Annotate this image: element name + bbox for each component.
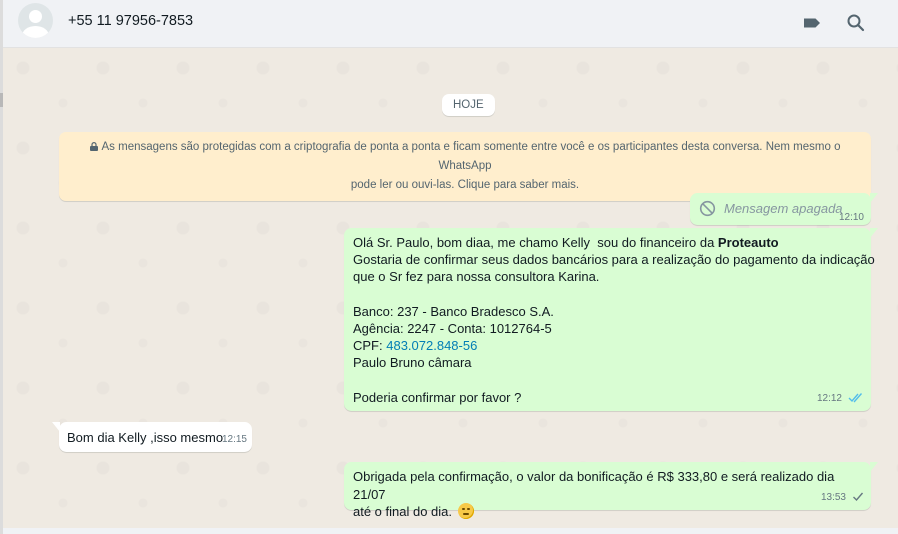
encryption-notice-line2: pode ler ou ouvi-las. Clique para saber … bbox=[350, 179, 580, 191]
encryption-notice-line1: As mensagens são protegidas com a cripto… bbox=[101, 141, 841, 172]
company-name-bold: Proteauto bbox=[717, 235, 779, 250]
message-line: Gostaria de confirmar seus dados bancári… bbox=[353, 252, 875, 268]
message-line: CPF: 483.072.848-56 bbox=[353, 337, 862, 354]
blank-line: ​ bbox=[353, 286, 862, 303]
cpf-label: CPF: bbox=[353, 338, 387, 354]
message-line: Olá Sr. Paulo, bom diaa, me chamo Kelly … bbox=[353, 234, 862, 251]
bubble-tail bbox=[52, 422, 60, 432]
message-text: até o final do dia. bbox=[353, 504, 453, 519]
message-time: 13:53 bbox=[820, 491, 846, 503]
ban-icon bbox=[699, 200, 716, 217]
message-line: Poderia confirmar por favor ? bbox=[353, 389, 522, 405]
message-time: 12:12 bbox=[816, 392, 842, 404]
double-check-read-icon bbox=[848, 390, 864, 407]
avatar-body-shape bbox=[22, 26, 49, 38]
conversation-panel[interactable]: HOJE As mensagens são protegidas com a c… bbox=[3, 48, 898, 528]
message-time: 12:10 bbox=[838, 212, 864, 223]
message-text: Bom dia Kelly ,isso mesmo bbox=[67, 430, 224, 445]
incoming-message-bubble[interactable]: Bom dia Kelly ,isso mesmo 12:15 bbox=[52, 422, 252, 452]
winking-face-emoji-icon bbox=[457, 503, 474, 519]
contact-name[interactable]: +55 11 97956-7853 bbox=[68, 13, 193, 29]
message-time: 12:15 bbox=[221, 434, 247, 445]
search-icon[interactable] bbox=[845, 12, 867, 34]
outgoing-message-bubble[interactable]: Olá Sr. Paulo, bom diaa, me chamo Kelly … bbox=[344, 228, 878, 411]
lock-icon bbox=[89, 139, 98, 151]
avatar-head-shape bbox=[29, 10, 42, 23]
message-line: Agência: 2247 - Conta: 1012764-5 bbox=[353, 321, 552, 337]
bubble-tail bbox=[870, 193, 878, 203]
message-text: Obrigada pela confirmação, o valor da bo… bbox=[353, 469, 835, 502]
blank-line: ​ bbox=[353, 372, 862, 389]
chat-header: +55 11 97956-7853 bbox=[3, 0, 898, 48]
compose-bar-edge bbox=[3, 528, 898, 534]
outgoing-message-bubble[interactable]: Obrigada pela confirmação, o valor da bo… bbox=[344, 462, 878, 519]
message-line: Paulo Bruno câmara bbox=[353, 355, 472, 371]
deleted-message-bubble[interactable]: Mensagem apagada 12:10 bbox=[690, 193, 878, 225]
bubble-tail bbox=[870, 462, 878, 472]
date-chip: HOJE bbox=[442, 94, 495, 116]
cpf-link[interactable]: 483.072.848-56 bbox=[386, 338, 477, 353]
single-check-icon bbox=[852, 489, 864, 507]
deleted-message-text: Mensagem apagada bbox=[724, 201, 843, 216]
avatar[interactable] bbox=[18, 3, 53, 38]
bubble-tail bbox=[870, 228, 878, 238]
message-line: Banco: 237 - Banco Bradesco S.A. bbox=[353, 303, 554, 319]
message-line: que o Sr fez para nossa consultora Karin… bbox=[353, 269, 600, 285]
encryption-notice[interactable]: As mensagens são protegidas com a cripto… bbox=[59, 132, 871, 201]
message-text: Olá Sr. Paulo, bom diaa, me chamo Kelly … bbox=[353, 235, 718, 250]
label-icon[interactable] bbox=[801, 12, 823, 34]
